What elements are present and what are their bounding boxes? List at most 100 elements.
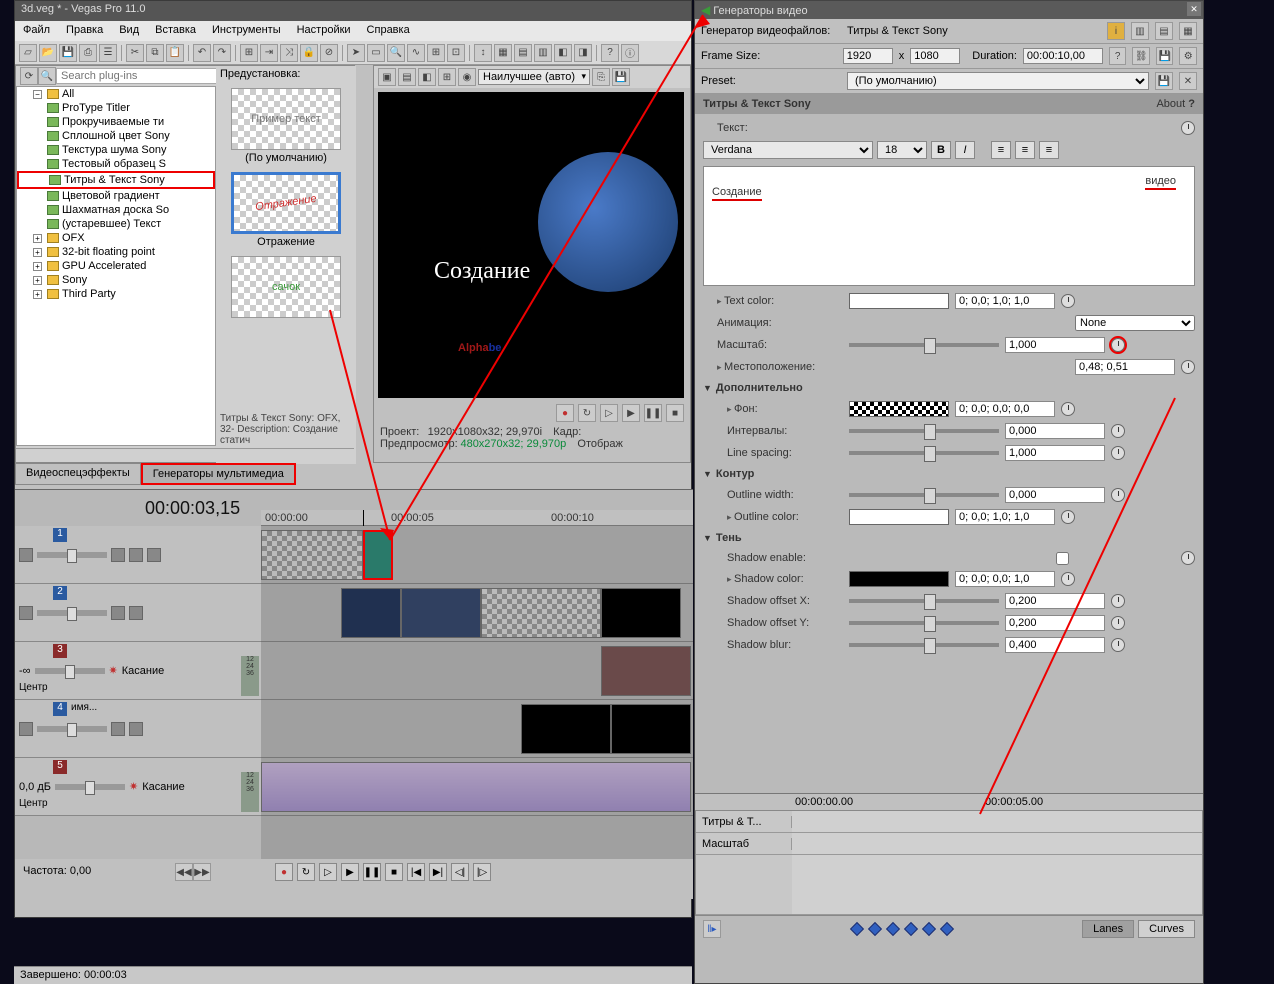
go-end-button[interactable]: ▶| (429, 863, 447, 881)
shadow-color-swatch[interactable] (849, 571, 949, 587)
lock-icon[interactable]: 🔒 (300, 44, 318, 62)
clip[interactable] (601, 588, 681, 638)
view2-icon[interactable]: ▤ (1155, 22, 1173, 40)
shadow-color-value[interactable]: 0; 0,0; 0,0; 1,0 (955, 571, 1055, 587)
clip[interactable] (261, 530, 363, 580)
tree-folder[interactable]: +OFX (17, 231, 215, 245)
help-icon[interactable]: ? (601, 44, 619, 62)
background-swatch[interactable] (849, 401, 949, 417)
kf-first-button[interactable] (850, 922, 864, 936)
save-preset-icon[interactable]: 💾 (1156, 47, 1174, 65)
shadow-offset-x-slider[interactable] (849, 599, 999, 603)
clip[interactable] (481, 588, 601, 638)
clip[interactable] (341, 588, 401, 638)
tool7-icon[interactable]: ↕ (474, 44, 492, 62)
align-right-button[interactable]: ≡ (1039, 141, 1059, 159)
view1-icon[interactable]: ▥ (1131, 22, 1149, 40)
linespacing-slider[interactable] (849, 451, 999, 455)
env-tool-icon[interactable]: ∿ (407, 44, 425, 62)
about-link[interactable]: About (1156, 98, 1185, 110)
tracking-slider[interactable] (849, 429, 999, 433)
snap-icon[interactable]: ⊞ (240, 44, 258, 62)
shadow-enable-checkbox[interactable] (1056, 552, 1069, 565)
frame-width-input[interactable] (843, 48, 893, 64)
props-icon[interactable]: ☰ (99, 44, 117, 62)
plugin-help-icon[interactable]: ? (1188, 98, 1195, 110)
tool5-icon[interactable]: ⊞ (427, 44, 445, 62)
clip-row-5[interactable] (261, 758, 693, 816)
animate-icon[interactable] (1111, 424, 1125, 438)
stop-button[interactable]: ■ (385, 863, 403, 881)
animate-icon[interactable] (1061, 294, 1075, 308)
timecode-display[interactable]: 00:00:03,15 (145, 498, 240, 519)
animate-icon[interactable] (1111, 488, 1125, 502)
pause-icon[interactable]: ❚❚ (644, 404, 662, 422)
outline-color-value[interactable]: 0; 0,0; 1,0; 1,0 (955, 509, 1055, 525)
tree-item[interactable]: Шахматная доска So (17, 203, 215, 217)
search-icon[interactable]: 🔍 (38, 67, 56, 85)
scrub-icons[interactable]: ◀◀▶▶ (175, 863, 211, 881)
tree-folder[interactable]: +GPU Accelerated (17, 259, 215, 273)
clip-row-4[interactable] (261, 700, 693, 758)
track-header-5[interactable]: 5 0,0 дБ✷Касание Центр 122436 (15, 758, 261, 816)
text-editor[interactable]: Создание видео (703, 166, 1195, 286)
text-color-swatch[interactable] (849, 293, 949, 309)
loop-icon[interactable]: ↻ (578, 404, 596, 422)
tree-item[interactable]: Прокручиваемые ти (17, 115, 215, 129)
close-icon[interactable]: ✕ (1187, 2, 1201, 16)
scale-slider[interactable] (849, 343, 999, 347)
kf-next-button[interactable] (922, 922, 936, 936)
outline-width-value[interactable]: 0,000 (1005, 487, 1105, 503)
animate-icon[interactable] (1181, 551, 1195, 565)
tool10-icon[interactable]: ▥ (534, 44, 552, 62)
linespacing-value[interactable]: 1,000 (1005, 445, 1105, 461)
tool9-icon[interactable]: ▤ (514, 44, 532, 62)
background-value[interactable]: 0; 0,0; 0,0; 0,0 (955, 401, 1055, 417)
clip[interactable] (611, 704, 691, 754)
menu-tools[interactable]: Инструменты (204, 21, 289, 41)
keyframe-row[interactable]: Титры & Т... (696, 811, 1202, 833)
animate-icon[interactable] (1061, 510, 1075, 524)
tree-root[interactable]: −All (17, 87, 215, 101)
menu-file[interactable]: Файл (15, 21, 58, 41)
back-arrow-icon[interactable]: ◀ (701, 3, 710, 17)
split-icon[interactable]: ◧ (418, 68, 436, 86)
save-preset2-icon[interactable]: 💾 (1155, 72, 1173, 90)
zoom-tool-icon[interactable]: 🔍 (387, 44, 405, 62)
save-icon[interactable]: 💾 (59, 44, 77, 62)
next-frame-button[interactable]: |▷ (473, 863, 491, 881)
select-tool-icon[interactable]: ▭ (367, 44, 385, 62)
tree-item[interactable]: Сплошной цвет Sony (17, 129, 215, 143)
keyframe-track[interactable] (792, 833, 1202, 854)
scale-value[interactable]: 1,000 (1005, 337, 1105, 353)
refresh-icon[interactable]: ⟳ (20, 67, 38, 85)
save-snap-icon[interactable]: 💾 (612, 68, 630, 86)
safe-icon[interactable]: ◉ (458, 68, 476, 86)
preset-item[interactable]: Пример текст (По умолчанию) (231, 88, 341, 166)
tree-folder[interactable]: +32-bit floating point (17, 245, 215, 259)
go-start-button[interactable]: |◀ (407, 863, 425, 881)
position-value[interactable]: 0,48; 0,51 (1075, 359, 1175, 375)
animate-icon[interactable] (1111, 638, 1125, 652)
tree-item[interactable]: Текстура шума Sony (17, 143, 215, 157)
view3-icon[interactable]: ▦ (1179, 22, 1197, 40)
tool12-icon[interactable]: ◨ (574, 44, 592, 62)
keyframe-track[interactable] (792, 811, 1202, 832)
tool8-icon[interactable]: ▦ (494, 44, 512, 62)
track-header-2[interactable]: 2 (15, 584, 261, 642)
shadow-offset-y-slider[interactable] (849, 621, 999, 625)
preview-quality-dropdown[interactable]: Наилучшее (авто) (478, 69, 590, 85)
autocross-icon[interactable]: ⤨ (280, 44, 298, 62)
timeline-ruler[interactable]: 00:00:00 00:00:05 00:00:10 (261, 510, 693, 526)
text-color-value[interactable]: 0; 0,0; 1,0; 1,0 (955, 293, 1055, 309)
overlays-icon[interactable]: ⊞ (438, 68, 456, 86)
record-button[interactable]: ● (275, 863, 293, 881)
animate-icon[interactable] (1181, 360, 1195, 374)
animation-select[interactable]: None (1075, 315, 1195, 331)
cursor-sync-icon[interactable]: ‖▸ (703, 920, 721, 938)
chain-icon[interactable]: ⛓ (1132, 47, 1150, 65)
section-shadow[interactable]: Тень (703, 528, 1195, 548)
play-start-button[interactable]: ▷ (319, 863, 337, 881)
options-icon[interactable]: ⚙ (1179, 47, 1197, 65)
shadow-blur-value[interactable]: 0,400 (1005, 637, 1105, 653)
